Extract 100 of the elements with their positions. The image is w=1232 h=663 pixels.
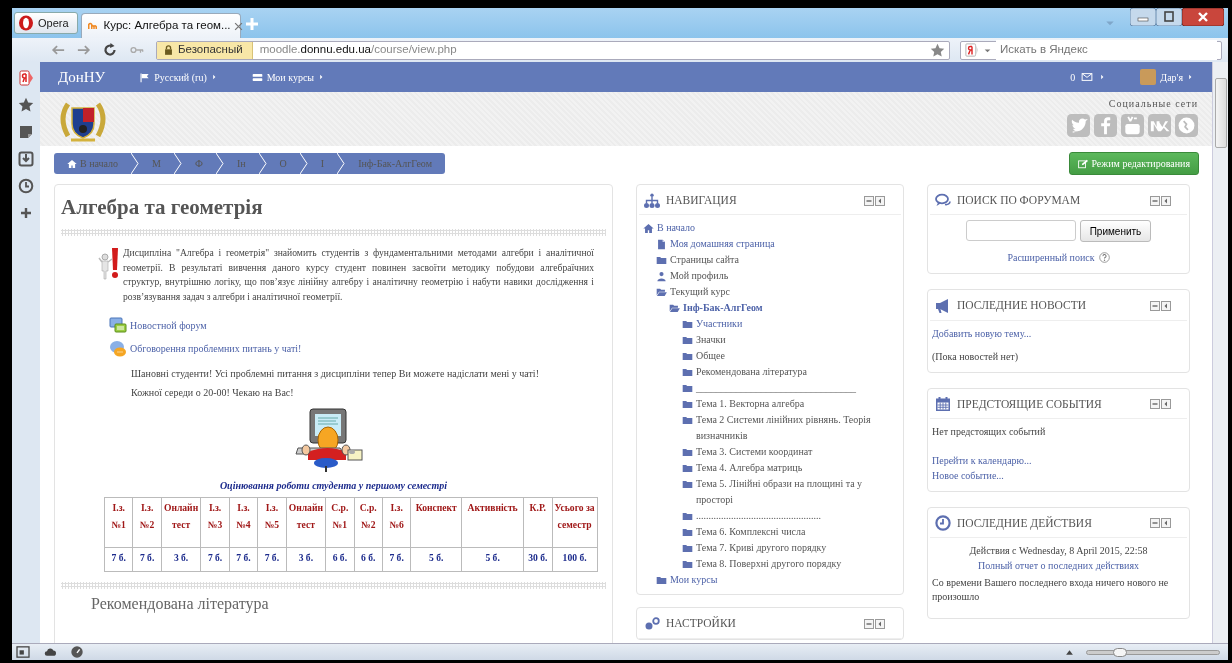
social-network-icon[interactable] (1094, 114, 1117, 137)
tree-item-link[interactable]: Тема 8. Поверхні другого порядку (696, 556, 842, 573)
tree-item-link[interactable]: Страницы сайта (670, 252, 740, 269)
column-header: С.р. №2 (354, 497, 383, 548)
nav-menu-item[interactable]: Русский (ru) (139, 69, 218, 85)
social-network-icon[interactable] (1121, 114, 1144, 137)
clock-icon[interactable] (18, 178, 34, 194)
cloud-icon[interactable] (42, 646, 58, 658)
tree-item-link[interactable]: Тема 6. Комплексні числа (696, 524, 806, 541)
tree-item-link[interactable]: Тема 1. Векторна алгебра (696, 396, 805, 413)
site-brand-link[interactable]: ДонНУ (58, 65, 106, 89)
tree-item-link[interactable]: Моя домашняя страница (670, 236, 775, 253)
tree-item-link[interactable]: В начало (657, 220, 696, 237)
user-menu[interactable]: Дар'я (1140, 69, 1194, 85)
search-engine-icon[interactable] (18, 70, 34, 86)
dock-icon[interactable] (1161, 518, 1171, 529)
speedometer-icon[interactable] (70, 645, 84, 659)
collapse-icon[interactable] (1150, 518, 1160, 529)
plus-icon[interactable] (18, 205, 34, 221)
browser-tab[interactable]: Курс: Алгебра та геом... (80, 13, 241, 38)
gears-icon (643, 615, 661, 632)
collapse-icon[interactable] (1150, 195, 1160, 206)
calendar-link[interactable]: Новое событие... (932, 467, 1185, 483)
home-icon (643, 223, 654, 235)
help-icon[interactable] (1098, 252, 1110, 264)
reload-icon[interactable] (102, 42, 118, 58)
dock-icon[interactable] (875, 618, 885, 629)
apply-button[interactable]: Применить (1079, 220, 1152, 243)
tree-item-link[interactable]: Рекомендована література (696, 364, 807, 381)
dock-icon[interactable] (875, 195, 885, 206)
breadcrumb-separator-icon (299, 153, 308, 174)
security-badge[interactable]: Безопасный (157, 41, 253, 59)
collapse-icon[interactable] (1150, 300, 1160, 311)
activity-link[interactable]: Обговорення проблемних питань у чаті! (130, 341, 302, 357)
dock-icon[interactable] (1161, 399, 1171, 410)
tree-item-link[interactable]: Общее (696, 348, 725, 365)
column-header: Онлайн тест (161, 497, 201, 548)
panel-toggle-icon[interactable] (16, 646, 30, 658)
folder-icon (682, 559, 693, 571)
up-arrow-icon[interactable] (1065, 647, 1074, 657)
messages-link[interactable]: 0 (1070, 69, 1107, 85)
tree-item-link[interactable]: Значки (696, 332, 726, 349)
url-text: moodle.donnu.edu.ua/course/view.php (258, 42, 458, 58)
dock-icon[interactable] (1161, 300, 1171, 311)
tree-item-link[interactable]: Тема 4. Алгебра матриць (696, 460, 803, 477)
activity-link[interactable]: Новостной форум (130, 318, 207, 334)
folder-icon (682, 335, 693, 347)
vertical-scrollbar[interactable] (1212, 62, 1228, 643)
add-topic-link[interactable]: Добавить новую тему... (932, 325, 1185, 341)
column-header: К.Р. (523, 497, 552, 548)
table-cell: 7 б. (104, 547, 133, 572)
breadcrumb-separator-icon (174, 153, 182, 174)
activity-report-link[interactable]: Полный отчет о последних действиях (977, 560, 1140, 571)
nav-menu-item[interactable]: Мои курсы (251, 69, 326, 85)
forward-icon[interactable] (76, 43, 92, 57)
column-header: І.з. №6 (382, 497, 411, 548)
browser-menu-button[interactable]: Opera (14, 12, 78, 34)
dock-icon[interactable] (1161, 195, 1171, 206)
folder-icon (682, 511, 693, 523)
course-description: Дисципліна "Алгебра і геометрія" знайомить студентів з фундаментальними методами алгебри і аналітичної геометрії. В результаті вивчення даного курсу студент повинен засвоїти методику побудови алгебраїчних структур, внутрішню логіку, що пов’язує лінійну алгебру і аналітичну геометрію і набути навики дослідження і розв’язування задач з алгебри і аналітичної геометрії. (123, 246, 594, 304)
tree-item-link[interactable]: Текущий курс (670, 284, 730, 301)
search-field[interactable]: Искать в Яндекс (960, 40, 1222, 60)
tree-item-link[interactable]: Мой профиль (670, 268, 729, 285)
table-cell: 7 б. (257, 547, 287, 572)
collapse-icon[interactable] (864, 195, 874, 206)
advanced-search-link[interactable]: Расширенный поиск (1007, 250, 1095, 266)
social-network-icon[interactable] (1148, 114, 1171, 137)
minimize-button[interactable] (1130, 8, 1156, 26)
breadcrumb-separator-icon (258, 153, 267, 174)
zoom-slider-thumb[interactable] (1113, 647, 1127, 657)
collapse-icon[interactable] (1150, 399, 1160, 410)
address-field[interactable]: Безопасный moodle.donnu.edu.ua/course/view.php (156, 40, 950, 60)
tree-item-link[interactable]: Участники (696, 316, 743, 333)
tree-item-link[interactable]: Мои курсы (670, 572, 718, 589)
tree-item-link[interactable]: ________________________________ (696, 380, 856, 397)
open-folder-icon (669, 303, 680, 315)
tree-item-link[interactable]: Тема 2 Системи лінійних рівнянь. Теорія визначників (696, 412, 897, 445)
column-header: Онлайн тест (286, 497, 326, 548)
tree-item-link[interactable]: Інф-Бак-АлгГеом (683, 300, 763, 317)
tree-item-link[interactable]: Тема 3. Системи координат (696, 444, 813, 461)
folder-icon (682, 399, 693, 411)
close-button[interactable] (1182, 8, 1224, 26)
tree-item-link[interactable]: Тема 5. Лінійні образи на площині та у просторі (696, 476, 897, 509)
search-field[interactable] (965, 220, 1076, 242)
social-network-icon[interactable] (1175, 114, 1198, 137)
bookmark-star-icon[interactable] (930, 42, 945, 58)
calendar-link[interactable]: Перейти к календарю... (932, 452, 1185, 468)
folder-icon (682, 479, 693, 491)
open-folder-icon (656, 287, 667, 299)
social-network-icon[interactable] (1067, 114, 1090, 137)
collapse-icon[interactable] (864, 618, 874, 629)
close-icon[interactable] (233, 21, 243, 31)
tree-item-link[interactable]: .................................................. (696, 508, 821, 525)
star-icon[interactable] (18, 97, 34, 113)
note-icon[interactable] (18, 124, 34, 140)
back-icon[interactable] (50, 43, 66, 57)
download-icon[interactable] (18, 151, 34, 167)
maximize-button[interactable] (1156, 8, 1182, 26)
block-title: НАСТРОЙКИ (666, 615, 737, 632)
tree-item-link[interactable]: Тема 7. Криві другого порядку (696, 540, 827, 557)
